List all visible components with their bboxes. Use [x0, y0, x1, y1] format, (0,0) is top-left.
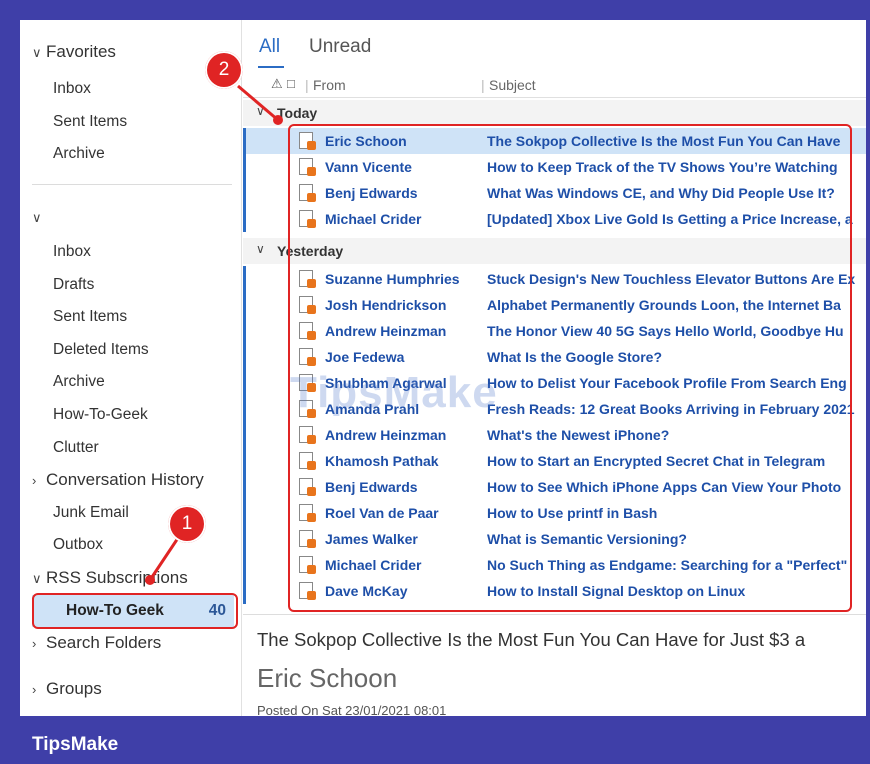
- column-divider: |: [481, 77, 485, 93]
- folder-groups[interactable]: › Groups: [20, 674, 242, 704]
- active-tab-indicator: [258, 66, 284, 68]
- account-header[interactable]: ∨: [20, 202, 242, 232]
- folder-clutter[interactable]: Clutter: [20, 433, 242, 463]
- preview-meta: Posted On Sat 23/01/2021 08:01: [257, 703, 447, 716]
- unread-indicator: [243, 526, 246, 552]
- folder-inbox[interactable]: Inbox: [20, 237, 242, 267]
- unread-indicator: [243, 396, 246, 422]
- preview-title: The Sokpop Collective Is the Most Fun Yo…: [257, 629, 806, 650]
- chevron-right-icon: ›: [32, 473, 37, 488]
- brand-footer: TipsMake: [0, 716, 870, 764]
- folder-drafts[interactable]: Drafts: [20, 270, 242, 300]
- brand-logo-text: TipsMake: [32, 734, 119, 755]
- tab-all[interactable]: All: [259, 36, 280, 58]
- chevron-down-icon: ∨: [256, 242, 265, 256]
- unread-indicator: [243, 552, 246, 578]
- folder-sent-items[interactable]: Sent Items: [20, 302, 242, 332]
- annotation-badge-2: 2: [205, 51, 243, 89]
- chevron-down-icon: ∨: [32, 571, 42, 586]
- reading-pane: The Sokpop Collective Is the Most Fun Yo…: [243, 614, 866, 716]
- column-subject[interactable]: Subject: [489, 77, 536, 93]
- unread-indicator: [243, 578, 246, 604]
- column-divider: |: [305, 77, 309, 93]
- folder-outbox[interactable]: Outbox: [20, 530, 242, 560]
- tab-unread[interactable]: Unread: [309, 36, 371, 58]
- filter-tabs: All Unread: [243, 20, 866, 72]
- unread-indicator: [243, 154, 246, 180]
- unread-indicator: [243, 500, 246, 526]
- unread-indicator: [243, 266, 246, 292]
- folder-how-to-geek[interactable]: How-To-Geek: [20, 400, 242, 430]
- chevron-right-icon: ›: [32, 636, 37, 651]
- chevron-down-icon: ∨: [32, 210, 42, 225]
- folder-conversation-history[interactable]: › Conversation History: [20, 465, 242, 495]
- chevron-down-icon: ∨: [32, 45, 42, 60]
- group-header-today[interactable]: ∨ Today: [243, 100, 866, 126]
- reminder-bell-icon[interactable]: ⚠: [271, 76, 285, 92]
- chevron-right-icon: ›: [32, 682, 37, 697]
- column-from[interactable]: From: [313, 77, 346, 93]
- favorites-item-archive[interactable]: Archive: [20, 139, 242, 169]
- favorites-item-sent[interactable]: Sent Items: [20, 107, 242, 137]
- chevron-down-icon: ∨: [256, 104, 265, 118]
- folder-archive[interactable]: Archive: [20, 367, 242, 397]
- preview-author: Eric Schoon: [257, 663, 398, 693]
- folder-deleted-items[interactable]: Deleted Items: [20, 335, 242, 365]
- unread-indicator: [243, 370, 246, 396]
- annotation-badge-1: 1: [168, 505, 206, 543]
- unread-indicator: [243, 448, 246, 474]
- unread-indicator: [243, 474, 246, 500]
- column-header: ⚠ □ | From | Subject: [243, 72, 866, 98]
- unread-indicator: [243, 206, 246, 232]
- annotation-box-1: [32, 593, 238, 629]
- unread-indicator: [243, 128, 246, 154]
- annotation-box-2: [288, 124, 852, 612]
- unread-indicator: [243, 180, 246, 206]
- unread-indicator: [243, 422, 246, 448]
- divider: [32, 184, 232, 185]
- document-icon[interactable]: □: [287, 76, 301, 92]
- unread-indicator: [243, 344, 246, 370]
- folder-junk-email[interactable]: Junk Email: [20, 498, 242, 528]
- folder-rss-subscriptions[interactable]: ∨ RSS Subscriptions: [20, 563, 242, 593]
- folder-search-folders[interactable]: › Search Folders: [20, 628, 242, 658]
- unread-indicator: [243, 318, 246, 344]
- unread-indicator: [243, 292, 246, 318]
